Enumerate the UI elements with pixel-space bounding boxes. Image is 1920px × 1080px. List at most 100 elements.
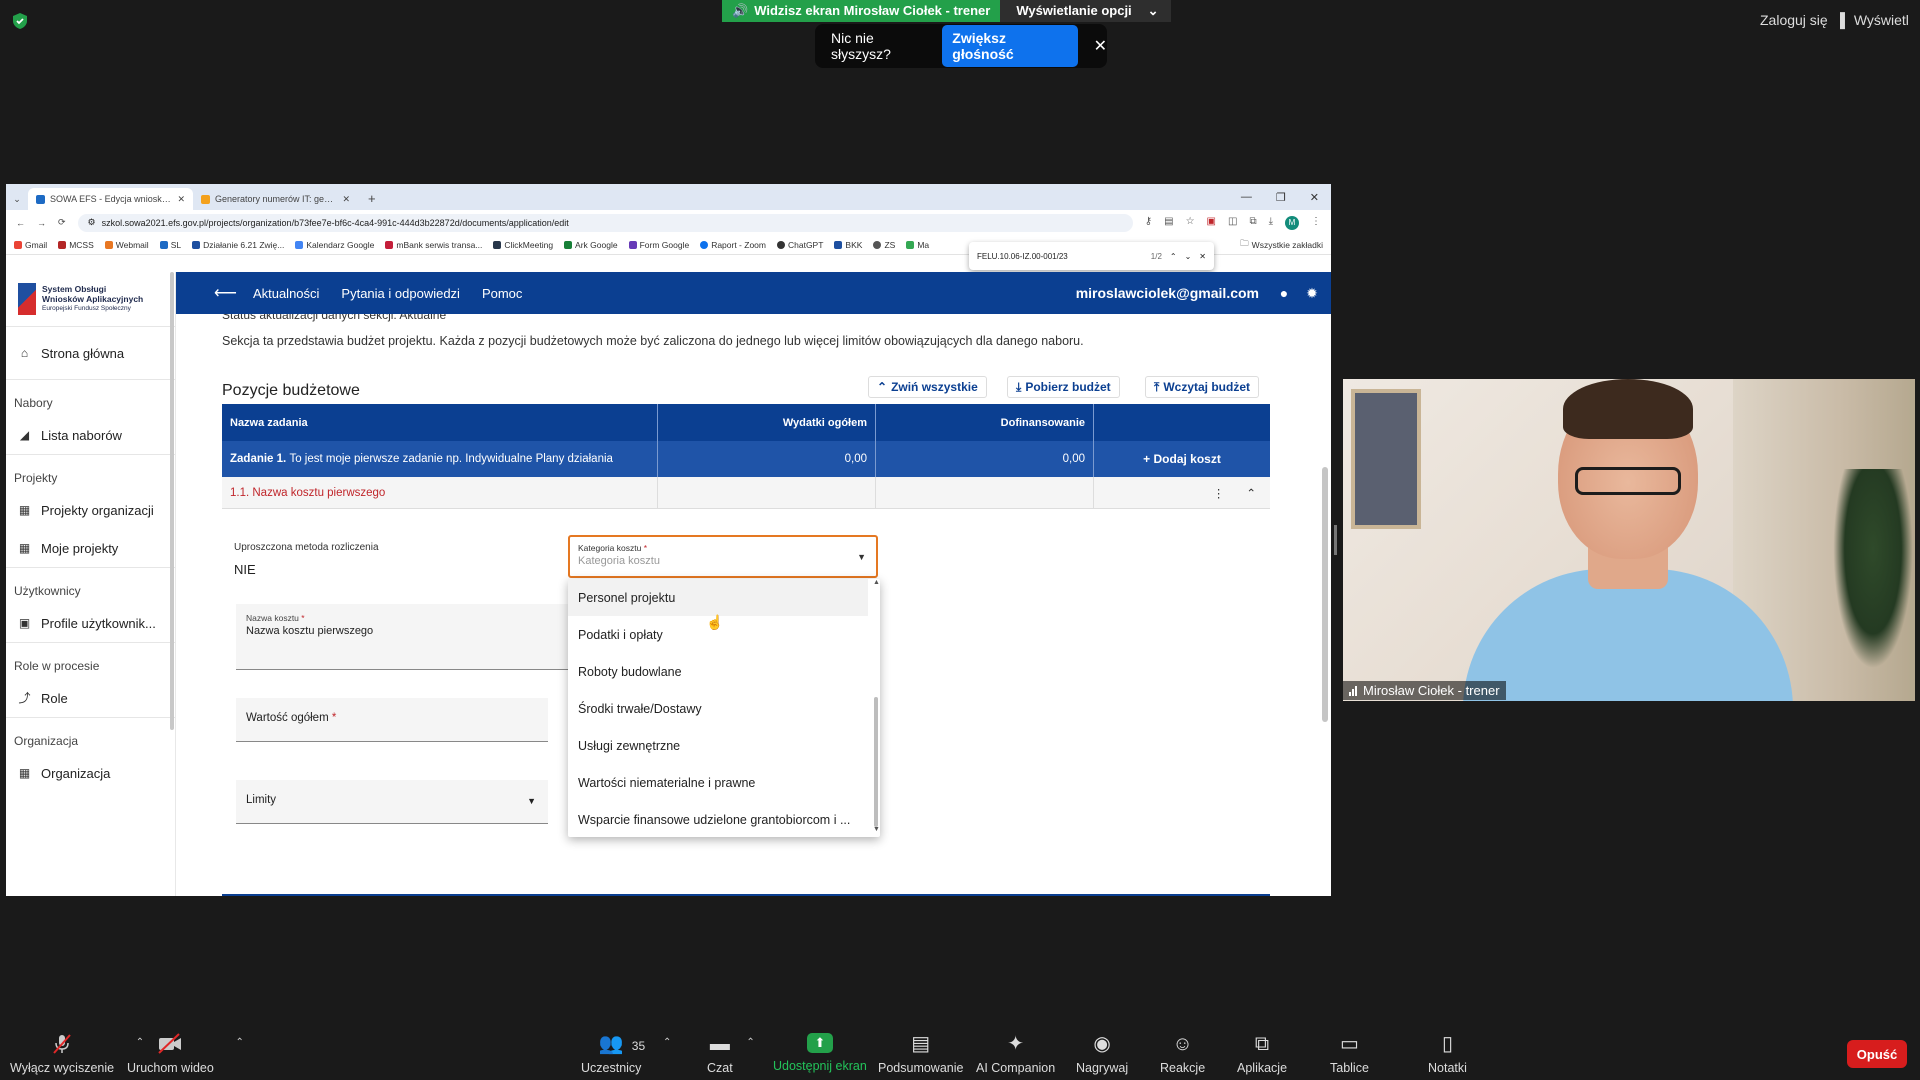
bookmark-item[interactable]: ZS [873, 240, 895, 250]
url-bar[interactable]: ⚙ szkol.sowa2021.efs.gov.pl/projects/orga… [77, 213, 1133, 232]
close-icon[interactable]: ✕ [177, 194, 185, 205]
theme-icon[interactable]: ✹ [1303, 285, 1321, 302]
bookmark-item[interactable]: Webmail [104, 240, 149, 250]
reload-icon[interactable]: ⟳ [58, 217, 66, 228]
find-next-icon[interactable]: ⌄ [1185, 252, 1192, 261]
sidebar-item-projekty-organizacji[interactable]: ▦ Projekty organizacji [6, 491, 175, 529]
account-icon[interactable]: ● [1275, 285, 1293, 301]
sidebar-item-profile[interactable]: ▣ Profile użytkownik... [6, 604, 175, 642]
apps-button[interactable]: ⧉ Aplikacje [1237, 1033, 1287, 1075]
zoom-login-link[interactable]: Zaloguj się [1760, 12, 1828, 28]
leave-button[interactable]: Opuść [1847, 1040, 1907, 1068]
limits-select[interactable]: Limity ▼ [236, 780, 548, 824]
find-input[interactable]: FELU.10.06-IZ.00-001/23 [977, 252, 1068, 261]
caret-up-icon[interactable]: ⌃ [746, 1037, 754, 1048]
ai-companion-button[interactable]: ✦ AI Companion [976, 1033, 1055, 1075]
increase-volume-button[interactable]: Zwiększ głośność [942, 25, 1078, 67]
share-screen-button[interactable]: ⬆ Udostępnij ekran [773, 1033, 867, 1073]
security-shield-icon[interactable] [12, 12, 28, 30]
page-icon[interactable]: ▤ [1164, 216, 1173, 230]
start-video-button[interactable]: Uruchom wideo ⌃ [127, 1033, 244, 1075]
scrollbar-thumb[interactable] [874, 697, 878, 827]
dropdown-option[interactable]: Wartości niematerialne i prawne [568, 764, 868, 801]
new-tab-icon[interactable]: + [358, 191, 386, 210]
tab-generators[interactable]: Generatory numerów IT: gener... ✕ [193, 188, 358, 210]
sidebar-item-home[interactable]: ⌂ Strona główna [6, 327, 175, 379]
dropdown-option[interactable]: Środki trwałe/Dostawy [568, 690, 868, 727]
password-key-icon[interactable]: ⚷ [1145, 216, 1152, 230]
bookmark-item[interactable]: Gmail [14, 240, 47, 250]
unmute-button[interactable]: Wyłącz wyciszenie ⌃ [10, 1033, 144, 1075]
summary-button[interactable]: ▤ Podsumowanie [878, 1033, 963, 1075]
bookmark-item[interactable]: mBank serwis transa... [385, 240, 482, 250]
bookmark-item[interactable]: MCSS [58, 240, 94, 250]
notes-button[interactable]: ▯ Notatki [1428, 1033, 1467, 1075]
sidebar-scrollbar[interactable] [170, 272, 174, 730]
forward-icon[interactable]: → [37, 218, 46, 228]
nav-aktualnosci[interactable]: Aktualności [253, 286, 319, 301]
zoom-view-button[interactable]: ▌ Wyświetl [1840, 12, 1909, 28]
sidebar-item-role[interactable]: ⤴ Role [6, 679, 175, 717]
restore-icon[interactable]: ❐ [1276, 191, 1286, 204]
close-window-icon[interactable]: ✕ [1310, 191, 1319, 204]
sidebar-item-moje-projekty[interactable]: ▦ Moje projekty [6, 529, 175, 567]
bookmark-star-icon[interactable]: ☆ [1186, 216, 1195, 230]
close-icon[interactable]: ✕ [342, 194, 350, 205]
dropdown-option[interactable]: Usługi zewnętrzne [568, 727, 868, 764]
bookmark-item[interactable]: Raport - Zoom [700, 240, 766, 250]
bookmark-item[interactable]: Działanie 6.21 Zwię... [192, 240, 284, 250]
app-logo[interactable]: System Obsługi Wniosków Aplikacyjnych Eu… [6, 272, 175, 326]
split-handle[interactable] [1334, 525, 1337, 555]
minimize-icon[interactable]: — [1241, 191, 1252, 204]
tab-search-icon[interactable]: ⌄ [6, 188, 28, 210]
bookmark-item[interactable]: ClickMeeting [493, 240, 553, 250]
sidebar-item-lista-naborow[interactable]: ◢ Lista naborów [6, 416, 175, 454]
back-arrow-icon[interactable]: ⟵ [214, 283, 237, 303]
reactions-button[interactable]: ☺ Reakcje [1160, 1033, 1205, 1075]
add-cost-button[interactable]: + Dodaj koszt [1094, 441, 1270, 477]
caret-up-icon[interactable]: ⌃ [663, 1037, 671, 1048]
menu-dots-icon[interactable]: ⋮ [1311, 216, 1321, 230]
scroll-down-icon[interactable]: ▼ [873, 826, 880, 833]
upload-budget-button[interactable]: ⤒ Wczytaj budżet [1145, 376, 1259, 398]
cost-name-field[interactable]: Nazwa kosztu * Nazwa kosztu pierwszego [236, 604, 571, 670]
sidebar-item-organizacja[interactable]: ▦ Organizacja [6, 754, 175, 792]
download-budget-button[interactable]: ⤓ Pobierz budżet [1007, 376, 1120, 398]
page-scrollbar[interactable] [1322, 467, 1328, 722]
dropdown-option[interactable]: Personel projektu [568, 579, 868, 616]
profile-avatar[interactable]: M [1285, 215, 1299, 230]
bookmark-item[interactable]: Ma [906, 240, 929, 250]
bookmark-item[interactable]: Ark Google [564, 240, 618, 250]
cost-name[interactable]: 1.1. Nazwa kosztu pierwszego [222, 477, 658, 508]
total-value-field[interactable]: Wartość ogółem * [236, 698, 548, 742]
close-icon[interactable]: ✕ [1094, 36, 1107, 56]
dropdown-scrollbar[interactable]: ▲ ▼ [872, 579, 880, 837]
record-button[interactable]: ◉ Nagrywaj [1076, 1033, 1128, 1075]
bookmark-item[interactable]: Form Google [628, 240, 689, 250]
download-icon[interactable]: ⤓ [1269, 216, 1273, 230]
all-bookmarks[interactable]: 🗀 Wszystkie zakładki [1220, 238, 1323, 252]
participants-button[interactable]: 👥 35 Uczestnicy ⌃ [581, 1033, 671, 1075]
tab-sowa[interactable]: SOWA EFS - Edycja wniosku o ... ✕ [28, 188, 193, 210]
extension-new-icon[interactable]: ▣ [1207, 216, 1216, 230]
whiteboards-button[interactable]: ▭ Tablice [1330, 1033, 1369, 1075]
nav-pytania[interactable]: Pytania i odpowiedzi [341, 286, 460, 301]
view-options-button[interactable]: Wyświetlanie opcji ⌄ [1000, 0, 1171, 22]
close-icon[interactable]: ✕ [1199, 252, 1206, 261]
cost-category-select[interactable]: Kategoria kosztu * Kategoria kosztu ▼ [568, 535, 878, 578]
dropdown-option[interactable]: Roboty budowlane [568, 653, 868, 690]
extension-icon[interactable]: ◫ [1228, 216, 1237, 230]
nav-pomoc[interactable]: Pomoc [482, 286, 522, 301]
bookmark-item[interactable]: SL [159, 240, 181, 250]
caret-up-icon[interactable]: ⌃ [235, 1037, 243, 1048]
find-prev-icon[interactable]: ⌃ [1170, 252, 1177, 261]
bookmark-item[interactable]: BKK [834, 240, 862, 250]
user-email[interactable]: miroslawciolek@gmail.com [1076, 285, 1259, 301]
site-info-icon[interactable]: ⚙ [88, 217, 96, 228]
chevron-up-icon[interactable]: ⌃ [1246, 486, 1256, 500]
bookmark-item[interactable]: ChatGPT [776, 240, 823, 250]
dropdown-option[interactable]: Wsparcie finansowe udzielone grantobiorc… [568, 801, 868, 838]
extensions-puzzle-icon[interactable]: ⧉ [1249, 216, 1256, 230]
collapse-all-button[interactable]: ⌃ Zwiń wszystkie [868, 376, 987, 398]
back-icon[interactable]: ← [16, 218, 25, 228]
